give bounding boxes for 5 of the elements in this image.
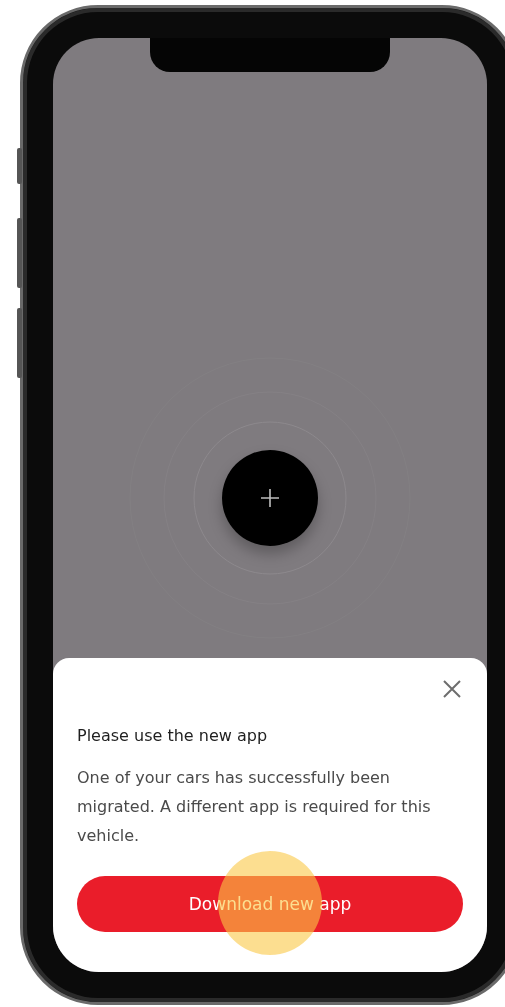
plus-icon bbox=[260, 488, 280, 508]
sheet-message: One of your cars has successfully been migrated. A different app is required for this vehicle. bbox=[77, 767, 432, 847]
close-icon bbox=[443, 680, 461, 698]
close-button[interactable] bbox=[441, 678, 463, 700]
sheet-title: Please use the new app bbox=[77, 726, 269, 745]
